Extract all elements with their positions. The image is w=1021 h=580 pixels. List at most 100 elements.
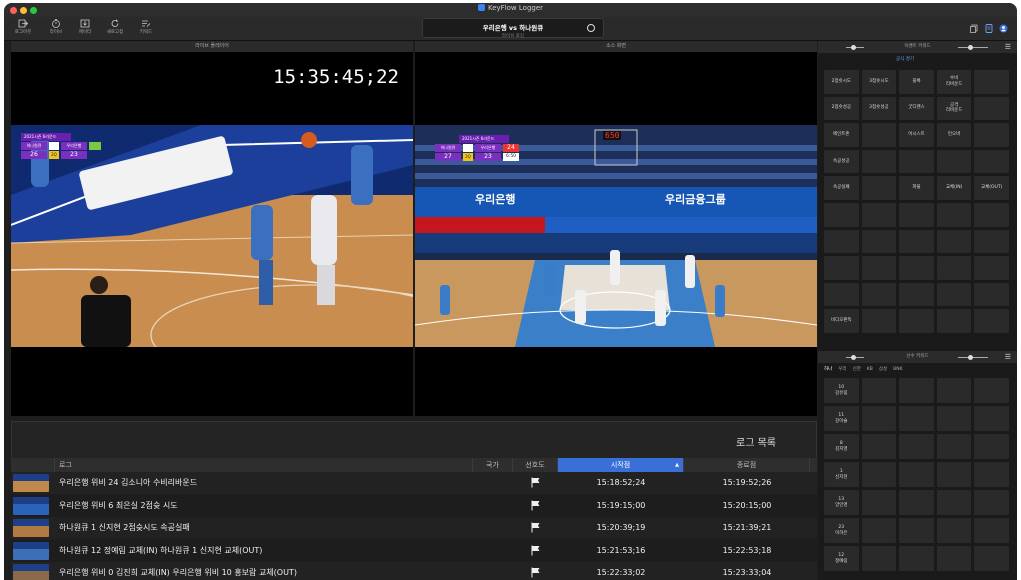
player-keyword-empty-slot[interactable] (973, 461, 1010, 488)
event-keyword-empty-slot[interactable] (898, 255, 935, 281)
col-more-header[interactable] (810, 458, 817, 472)
event-menu-icon[interactable]: ☰ (1005, 41, 1011, 53)
event-keyword-empty-slot[interactable] (898, 281, 935, 308)
player-zoom-slider-track[interactable] (958, 357, 988, 358)
player-keyword-button[interactable]: 12 정예림 (823, 545, 860, 572)
player-keyword-empty-slot[interactable] (898, 405, 935, 432)
player-keyword-empty-slot[interactable] (898, 433, 935, 460)
event-keyword-button[interactable]: 굿디펜스 (898, 95, 935, 122)
event-keyword-empty-slot[interactable] (973, 69, 1010, 95)
flag-icon[interactable] (531, 567, 541, 578)
event-keyword-button[interactable]: 속공실패 (823, 175, 860, 201)
event-keyword-button[interactable]: 2점슛시도 (823, 69, 860, 95)
player-team-tab[interactable]: 삼성 (879, 367, 887, 372)
event-keyword-button[interactable]: 3점슛성공 (860, 95, 898, 122)
flag-icon[interactable] (531, 500, 541, 511)
event-keyword-empty-slot[interactable] (898, 202, 935, 228)
flag-icon[interactable] (531, 545, 541, 556)
event-keyword-empty-slot[interactable] (973, 281, 1010, 308)
event-keyword-button[interactable]: 페인트존 (823, 122, 860, 148)
player-keyword-empty-slot[interactable] (860, 377, 898, 404)
player-menu-icon[interactable]: ☰ (1005, 351, 1011, 363)
table-row[interactable]: 하나원큐 1 신지현 2점슛시도 속공실패 15:20:39;19 15:21:39… (11, 517, 817, 539)
event-keyword-empty-slot[interactable] (935, 255, 973, 281)
event-keyword-empty-slot[interactable] (973, 202, 1010, 228)
event-keyword-button[interactable]: 교체(OUT) (973, 175, 1010, 201)
event-keyword-empty-slot[interactable] (860, 228, 898, 255)
player-team-tab[interactable]: BNK (893, 367, 902, 372)
event-keyword-button[interactable]: 어시스트 (898, 122, 935, 148)
log-thumbnail[interactable] (13, 564, 49, 580)
player-keyword-empty-slot[interactable] (973, 377, 1010, 404)
player-keyword-empty-slot[interactable] (935, 461, 973, 488)
event-keyword-button[interactable]: 3점슛시도 (860, 69, 898, 95)
player-keyword-empty-slot[interactable] (898, 517, 935, 544)
player-keyword-button[interactable]: 10 강유림 (823, 377, 860, 404)
event-zoom-slider-track[interactable] (958, 47, 988, 48)
source-screen-video[interactable]: 우리은행 우리금융그룹 650 2021시즌 6라운드 하나원큐 우리은행 24… (415, 52, 817, 416)
col-end-header[interactable]: 종료점 (684, 458, 810, 472)
player-keyword-button[interactable]: 23 이하은 (823, 517, 860, 544)
player-keyword-empty-slot[interactable] (973, 433, 1010, 460)
log-thumbnail[interactable] (13, 474, 49, 492)
player-keyword-empty-slot[interactable] (860, 517, 898, 544)
table-row[interactable]: 우리은행 위비 0 김진희 교체(IN) 우리은행 위비 10 홍보람 교체(O… (11, 562, 817, 580)
col-priority-header[interactable]: 선호도 (513, 458, 558, 472)
flag-icon[interactable] (531, 522, 541, 533)
col-country-header[interactable]: 국가 (473, 458, 513, 472)
event-keyword-empty-slot[interactable] (935, 202, 973, 228)
event-keyword-empty-slot[interactable] (973, 255, 1010, 281)
event-keyword-button[interactable]: 턴오버 (935, 122, 973, 148)
event-keyword-empty-slot[interactable] (860, 281, 898, 308)
player-team-tab[interactable]: 우리 (838, 367, 846, 372)
col-start-header[interactable]: 시작점 ▲ (558, 458, 684, 472)
event-keyword-button[interactable]: 비디오판독 (823, 308, 860, 334)
event-keyword-empty-slot[interactable] (860, 202, 898, 228)
match-selector[interactable]: 우리은행 vs 하나원큐 라이브 로깅 (422, 18, 604, 39)
player-keyword-empty-slot[interactable] (935, 517, 973, 544)
event-keyword-empty-slot[interactable] (935, 281, 973, 308)
player-keyword-empty-slot[interactable] (973, 489, 1010, 516)
table-row[interactable]: 우리은행 위비 24 김소니아 수비리바운드 15:18:52;24 15:19:5… (11, 472, 817, 494)
player-keyword-empty-slot[interactable] (935, 377, 973, 404)
event-keyword-empty-slot[interactable] (973, 308, 1010, 334)
player-keyword-button[interactable]: 13 양인영 (823, 489, 860, 516)
table-row[interactable]: 하나원큐 12 정예림 교체(IN) 하나원큐 1 신지현 교체(OUT) 15:… (11, 539, 817, 562)
event-keyword-empty-slot[interactable] (860, 175, 898, 201)
event-keyword-empty-slot[interactable] (898, 228, 935, 255)
import-button[interactable]: 에이터 (70, 19, 100, 35)
document-icon[interactable] (985, 24, 993, 33)
event-keyword-empty-slot[interactable] (935, 308, 973, 334)
event-keyword-empty-slot[interactable] (823, 281, 860, 308)
flag-icon[interactable] (531, 477, 541, 488)
player-keyword-empty-slot[interactable] (935, 433, 973, 460)
player-zoom-slider-knob[interactable] (968, 355, 973, 360)
player-keyword-empty-slot[interactable] (973, 517, 1010, 544)
copy-icon[interactable] (970, 24, 978, 33)
match-go-icon[interactable] (587, 24, 595, 32)
event-keyword-button[interactable]: 교체(IN) (935, 175, 973, 201)
log-thumbnail[interactable] (13, 496, 49, 515)
log-thumbnail[interactable] (13, 519, 49, 537)
event-tab-official[interactable]: 공식 경기 (896, 56, 914, 62)
event-zoom-slider-knob[interactable] (968, 45, 973, 50)
player-size-slider-knob[interactable] (851, 355, 856, 360)
event-keyword-empty-slot[interactable] (823, 202, 860, 228)
event-keyword-empty-slot[interactable] (935, 148, 973, 175)
refresh-button[interactable]: 새로고침 (100, 19, 130, 35)
event-keyword-empty-slot[interactable] (860, 308, 898, 334)
event-keyword-empty-slot[interactable] (973, 95, 1010, 122)
event-keyword-empty-slot[interactable] (823, 228, 860, 255)
player-keyword-button[interactable]: 8 김지영 (823, 433, 860, 460)
event-keyword-empty-slot[interactable] (935, 228, 973, 255)
col-thumb-header[interactable] (11, 458, 55, 472)
user-icon[interactable] (999, 24, 1008, 33)
table-row[interactable]: 우리은행 위비 6 최은실 2점슛 시도 15:19:15;00 15:20:15;… (11, 494, 817, 517)
event-keyword-empty-slot[interactable] (823, 255, 860, 281)
player-keyword-empty-slot[interactable] (860, 461, 898, 488)
player-keyword-empty-slot[interactable] (935, 405, 973, 432)
player-team-tab[interactable]: KB (867, 367, 873, 372)
player-keyword-empty-slot[interactable] (973, 545, 1010, 572)
event-keyword-empty-slot[interactable] (973, 228, 1010, 255)
player-keyword-empty-slot[interactable] (935, 489, 973, 516)
